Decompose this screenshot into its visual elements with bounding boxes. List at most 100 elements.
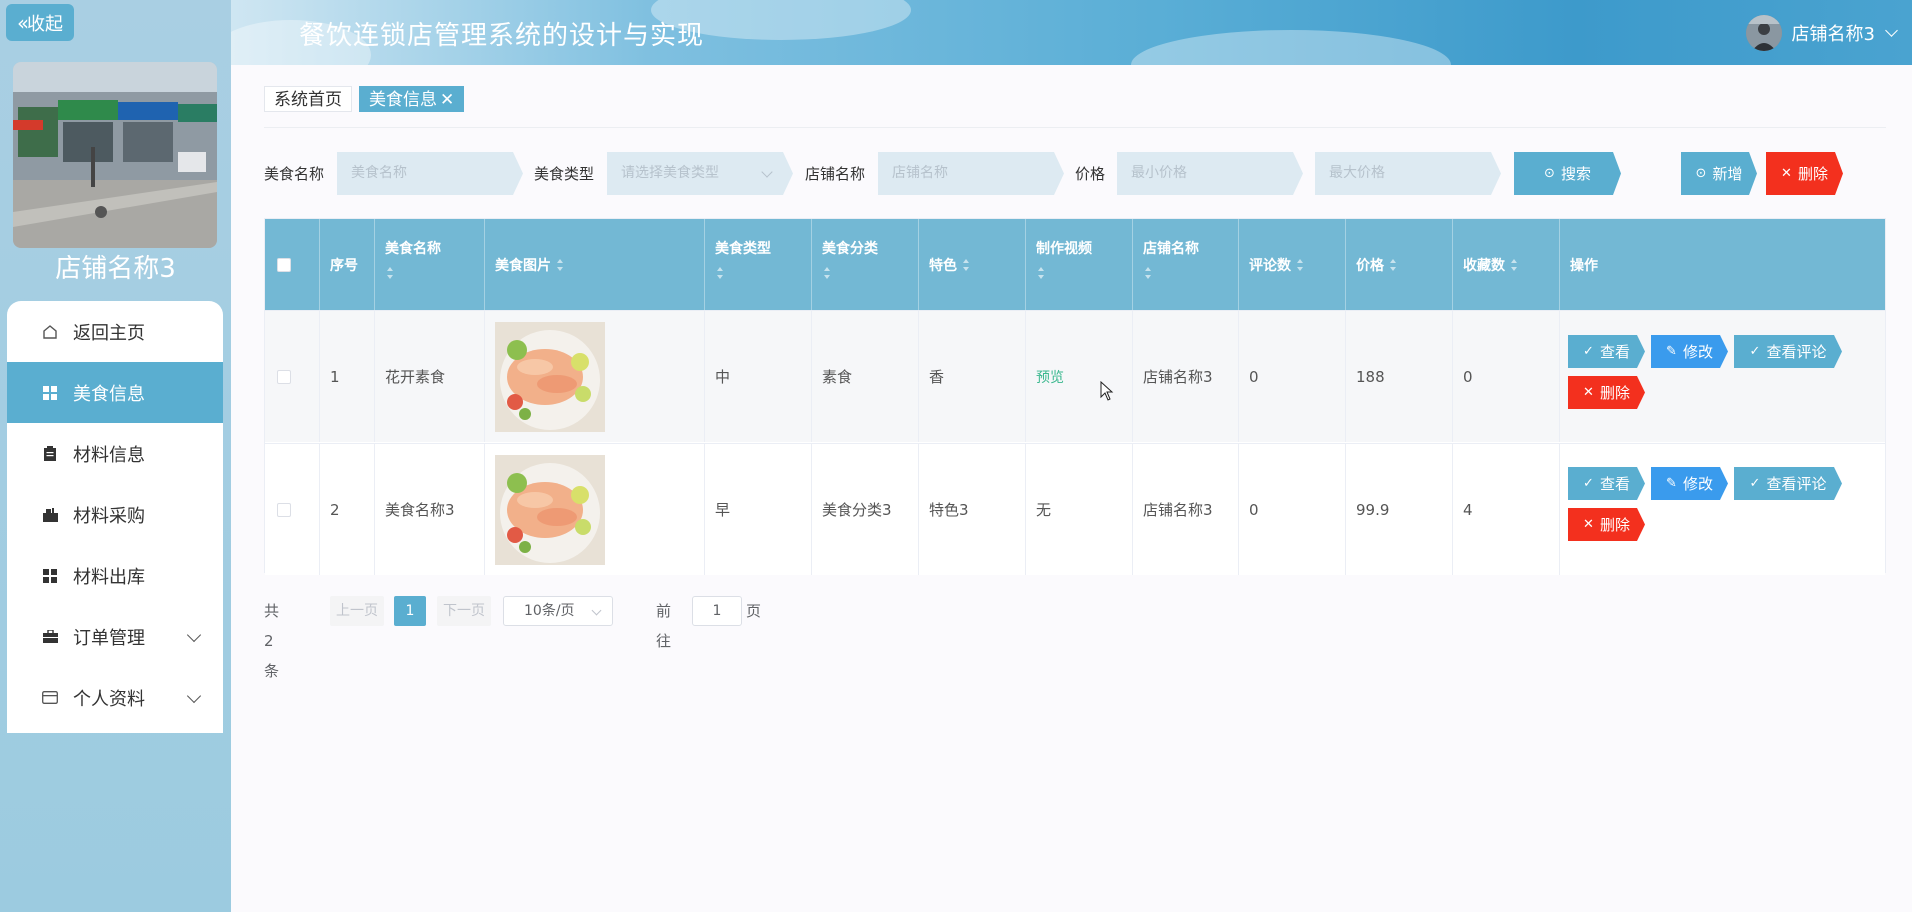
close-icon[interactable]: ✕ bbox=[440, 90, 454, 110]
sidebar-item-profile[interactable]: 个人资料 bbox=[7, 667, 223, 728]
header-video[interactable]: 制作视频 bbox=[1026, 219, 1133, 310]
sort-icon[interactable] bbox=[557, 258, 564, 271]
edit-button[interactable]: ✎ 修改 bbox=[1651, 335, 1728, 368]
sort-icon[interactable] bbox=[387, 267, 394, 279]
header-actions: 操作 bbox=[1560, 219, 1885, 310]
sidebar-item-order-management[interactable]: 订单管理 bbox=[7, 606, 223, 667]
max-price-input[interactable]: 最大价格 bbox=[1315, 152, 1501, 195]
button-label: 修改 bbox=[1682, 475, 1713, 493]
cell-favorites: 0 bbox=[1453, 311, 1560, 442]
food-thumbnail[interactable] bbox=[495, 321, 605, 432]
header-price[interactable]: 价格 bbox=[1346, 219, 1453, 310]
column-label: 美食图片 bbox=[495, 257, 551, 274]
food-type-select[interactable]: 请选择美食类型 bbox=[607, 152, 793, 195]
divider bbox=[264, 127, 1886, 128]
sort-icon[interactable] bbox=[1145, 267, 1152, 279]
avatar bbox=[1745, 14, 1782, 51]
briefcase-icon bbox=[42, 629, 58, 645]
cell-feature: 香 bbox=[919, 311, 1026, 442]
mouse-cursor-icon bbox=[1100, 380, 1114, 405]
sidebar-item-material-info[interactable]: 材料信息 bbox=[7, 423, 223, 484]
sort-icon[interactable] bbox=[824, 267, 831, 279]
cell-food-type: 早 bbox=[705, 444, 812, 575]
grid-icon bbox=[42, 385, 58, 401]
page-number-1[interactable]: 1 bbox=[394, 596, 426, 626]
user-menu[interactable]: 店铺名称3 bbox=[1745, 0, 1912, 65]
edit-icon: ✎ bbox=[1666, 476, 1677, 491]
sort-icon[interactable] bbox=[717, 267, 724, 279]
table-row: 2 美食名称3 早 美食分类3 特色3 无 店铺名称3 0 99.9 4 ✓ 查看… bbox=[265, 443, 1885, 575]
view-comments-button[interactable]: ✓ 查看评论 bbox=[1734, 467, 1842, 500]
button-label: 删除 bbox=[1797, 165, 1828, 183]
button-label: 查看 bbox=[1599, 475, 1630, 493]
sidebar-item-label: 美食信息 bbox=[73, 383, 145, 405]
min-price-input[interactable]: 最小价格 bbox=[1117, 152, 1303, 195]
button-label: 搜索 bbox=[1560, 165, 1591, 183]
edit-button[interactable]: ✎ 修改 bbox=[1651, 467, 1728, 500]
row-checkbox[interactable] bbox=[277, 369, 291, 384]
cell-food-category: 美食分类3 bbox=[812, 444, 919, 575]
add-button[interactable]: ⊙ 新增 bbox=[1681, 152, 1757, 195]
header-comments[interactable]: 评论数 bbox=[1239, 219, 1346, 310]
sort-icon[interactable] bbox=[963, 258, 970, 271]
chevron-down-icon bbox=[591, 605, 602, 616]
sidebar-item-home[interactable]: 返回主页 bbox=[7, 301, 223, 362]
view-button[interactable]: ✓ 查看 bbox=[1568, 335, 1645, 368]
row-select bbox=[265, 311, 320, 442]
header-food-type[interactable]: 美食类型 bbox=[705, 219, 812, 310]
cell-video: 预览 bbox=[1026, 311, 1133, 442]
app-title: 餐饮连锁店管理系统的设计与实现 bbox=[299, 21, 705, 51]
purchase-icon bbox=[42, 507, 58, 523]
prev-page-button[interactable]: 上一页 bbox=[330, 596, 384, 626]
tab-home[interactable]: 系统首页 bbox=[264, 86, 352, 112]
view-comments-button[interactable]: ✓ 查看评论 bbox=[1734, 335, 1842, 368]
food-thumbnail[interactable] bbox=[495, 454, 605, 565]
header-favorites[interactable]: 收藏数 bbox=[1453, 219, 1560, 310]
header-feature[interactable]: 特色 bbox=[919, 219, 1026, 310]
table-row: 1 花开素食 中 素食 香 预览 店铺名称3 0 188 0 ✓ 查看 ✎ 修改 ✓… bbox=[265, 310, 1885, 442]
collapse-button[interactable]: ‹‹ 收起 bbox=[6, 4, 74, 41]
next-page-button[interactable]: 下一页 bbox=[437, 596, 491, 626]
tab-label: 美食信息 bbox=[369, 90, 437, 110]
sort-icon[interactable] bbox=[1390, 258, 1397, 271]
sidebar-item-material-purchase[interactable]: 材料采购 bbox=[7, 484, 223, 545]
store-name-input[interactable]: 店铺名称 bbox=[878, 152, 1064, 195]
header-food-image[interactable]: 美食图片 bbox=[485, 219, 705, 310]
side-menu: 返回主页 美食信息 材料信息 材料采购 材料出库 订单管理 个人资料 bbox=[7, 301, 223, 733]
food-name-input[interactable]: 美食名称 bbox=[337, 152, 523, 195]
chevron-down-icon bbox=[761, 166, 772, 177]
video-preview-link[interactable]: 预览 bbox=[1036, 367, 1064, 387]
column-label: 店铺名称 bbox=[1143, 241, 1199, 257]
sort-icon[interactable] bbox=[1511, 258, 1518, 271]
sort-icon[interactable] bbox=[1038, 267, 1045, 279]
search-button[interactable]: ⊙ 搜索 bbox=[1514, 152, 1621, 195]
button-label: 查看 bbox=[1599, 343, 1630, 361]
delete-button[interactable]: ✕ 删除 bbox=[1568, 508, 1645, 541]
select-all-checkbox[interactable] bbox=[277, 257, 291, 272]
row-checkbox[interactable] bbox=[277, 502, 291, 517]
column-label: 评论数 bbox=[1249, 257, 1291, 274]
cell-comments: 0 bbox=[1239, 444, 1346, 575]
store-photo bbox=[13, 62, 217, 248]
batch-delete-button[interactable]: ✕ 删除 bbox=[1766, 152, 1843, 195]
home-icon bbox=[42, 324, 58, 340]
column-label: 美食类型 bbox=[715, 241, 771, 257]
user-name: 店铺名称3 bbox=[1791, 23, 1875, 45]
table-header: 序号 美食名称 美食图片 美食类型 美食分类 特色 制作视频 店铺名称 评论数 … bbox=[265, 219, 1885, 310]
delete-button[interactable]: ✕ 删除 bbox=[1568, 376, 1645, 409]
view-button[interactable]: ✓ 查看 bbox=[1568, 467, 1645, 500]
page-size-select[interactable]: 10条/页 bbox=[503, 596, 613, 626]
cell-food-category: 素食 bbox=[812, 311, 919, 442]
goto-page-input[interactable]: 1 bbox=[692, 596, 742, 626]
edit-icon: ✎ bbox=[1666, 344, 1677, 359]
tab-food-info[interactable]: 美食信息 ✕ bbox=[359, 86, 465, 112]
food-name-label: 美食名称 bbox=[264, 165, 325, 183]
sidebar-item-food-info[interactable]: 美食信息 bbox=[7, 362, 223, 423]
header-food-name[interactable]: 美食名称 bbox=[375, 219, 485, 310]
sidebar-item-label: 材料信息 bbox=[73, 444, 145, 466]
header-store-name[interactable]: 店铺名称 bbox=[1133, 219, 1239, 310]
store-name: 店铺名称3 bbox=[55, 254, 176, 284]
sort-icon[interactable] bbox=[1297, 258, 1304, 271]
header-food-category[interactable]: 美食分类 bbox=[812, 219, 919, 310]
sidebar-item-material-outbound[interactable]: 材料出库 bbox=[7, 545, 223, 606]
